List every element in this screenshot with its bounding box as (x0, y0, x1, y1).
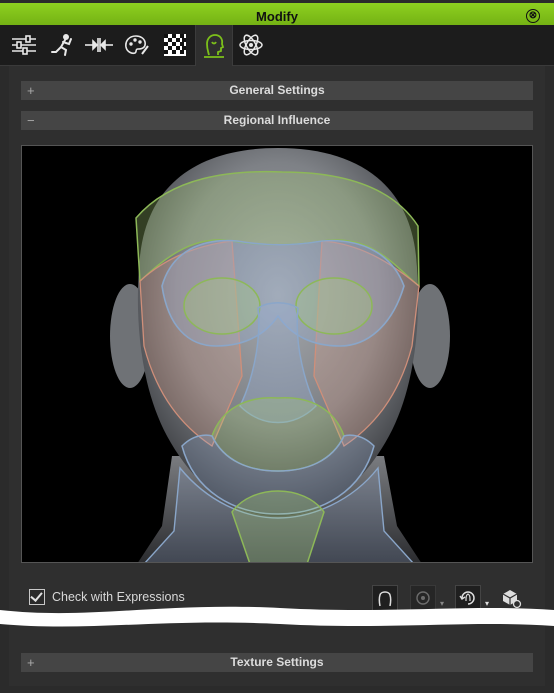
face-region-viewport[interactable] (21, 145, 533, 563)
tab-bar (0, 25, 554, 66)
tab-checker[interactable] (157, 25, 193, 65)
checker-icon (164, 34, 186, 56)
tear-divider (0, 606, 554, 627)
throat-region[interactable] (231, 490, 325, 563)
collapse-icon: − (27, 113, 35, 128)
right-eye-region[interactable] (295, 277, 373, 335)
runner-icon (51, 34, 72, 56)
tab-atom[interactable] (233, 25, 269, 65)
window-title: Modify (256, 9, 298, 24)
expand-icon: + (27, 83, 35, 98)
section-label: Texture Settings (230, 655, 324, 669)
tab-head[interactable] (195, 25, 233, 66)
align-icon (85, 38, 113, 52)
palette-icon (125, 35, 149, 55)
tab-align[interactable] (81, 25, 117, 65)
section-texture-settings[interactable]: + Texture Settings (21, 653, 533, 672)
section-general-settings[interactable]: + General Settings (21, 81, 533, 100)
face-region-map (110, 148, 450, 563)
window-title-bar: Modify ⊗ (0, 0, 554, 25)
head-icon (204, 33, 225, 58)
left-eye-region[interactable] (183, 277, 261, 335)
section-label: General Settings (229, 83, 325, 97)
expand-icon: + (27, 655, 35, 670)
tab-palette[interactable] (119, 25, 155, 65)
close-icon[interactable]: ⊗ (526, 9, 540, 23)
section-regional-influence[interactable]: − Regional Influence (21, 111, 533, 130)
atom-icon (239, 34, 263, 56)
tab-sliders[interactable] (6, 25, 42, 65)
sliders-icon (12, 35, 36, 55)
tab-motion[interactable] (44, 25, 80, 65)
section-label: Regional Influence (223, 113, 331, 127)
